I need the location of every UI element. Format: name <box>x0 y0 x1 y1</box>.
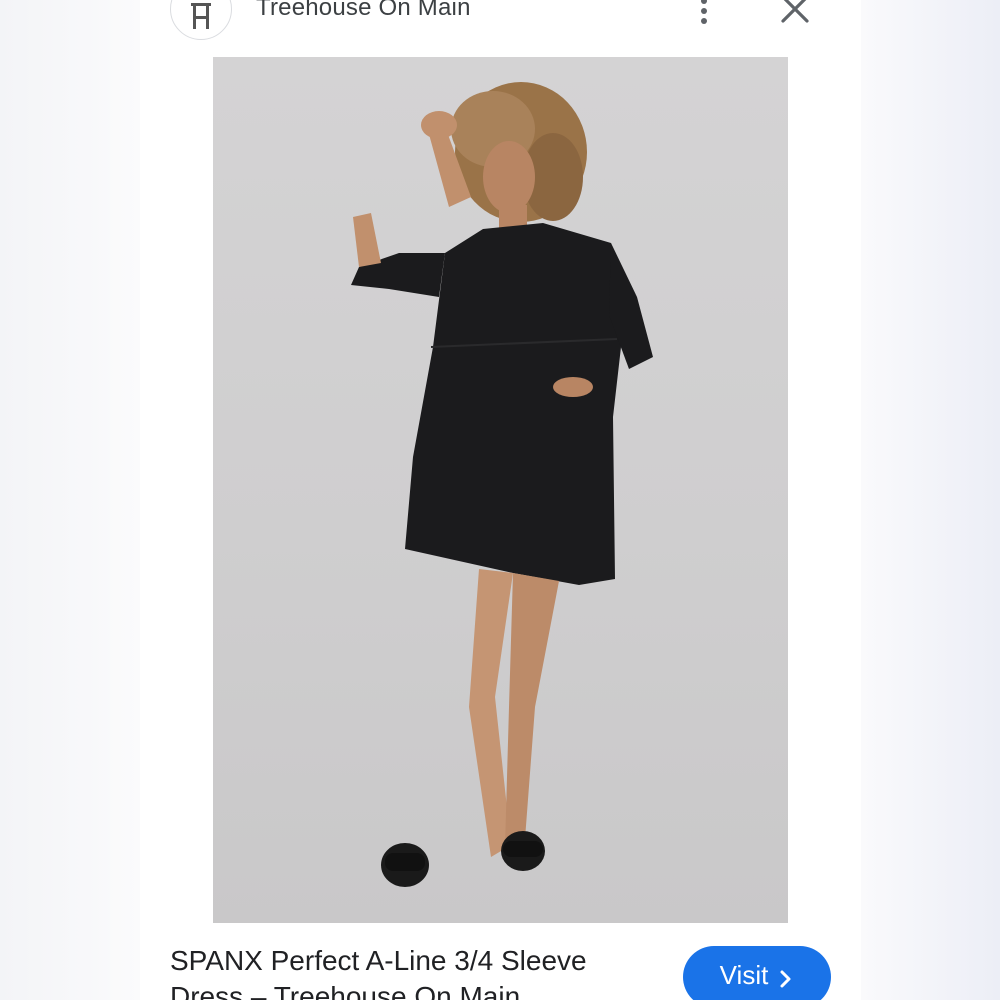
visit-label: Visit <box>719 959 769 990</box>
background-right <box>860 0 1000 1000</box>
site-name[interactable]: Treehouse On Main <box>256 0 471 22</box>
product-photo[interactable] <box>213 57 788 923</box>
visit-button[interactable]: Visit <box>683 946 831 1000</box>
background-left <box>0 0 140 1000</box>
treehouse-logo-icon[interactable] <box>170 0 232 40</box>
chevron-right-icon <box>778 965 794 988</box>
close-icon[interactable] <box>778 0 812 26</box>
more-vert-icon[interactable] <box>692 0 716 28</box>
result-card: Treehouse On Main SPANX Perfect A-Line 3… <box>140 0 861 1000</box>
product-title[interactable]: SPANX Perfect A-Line 3/4 Sleeve Dress – … <box>170 943 650 1000</box>
card-header: Treehouse On Main <box>140 0 861 56</box>
